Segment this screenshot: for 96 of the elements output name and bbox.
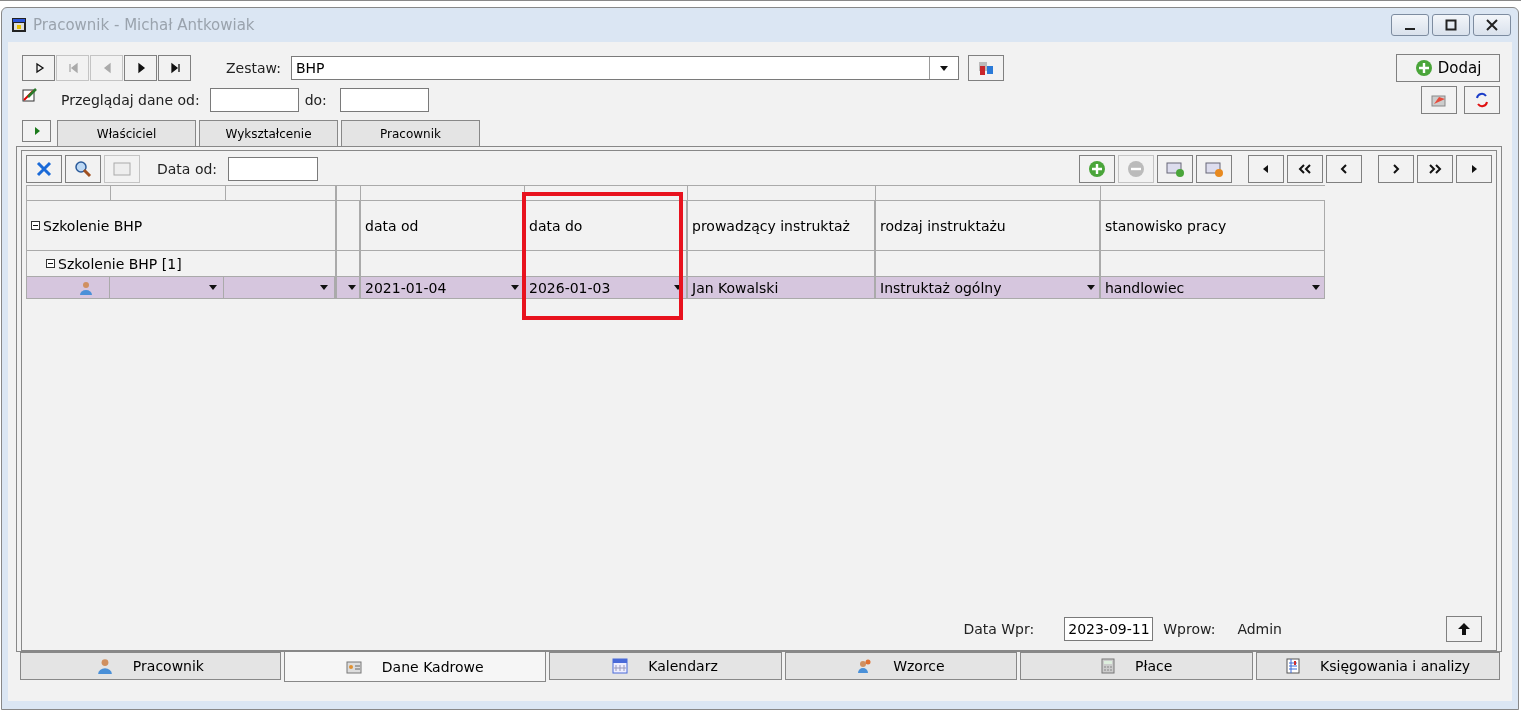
close-button[interactable] <box>1473 14 1511 36</box>
column-header[interactable]: data do <box>525 201 687 251</box>
search-icon <box>74 160 92 178</box>
entry-date-label: Data Wpr: <box>963 621 1035 637</box>
up-arrow-icon <box>1458 623 1470 635</box>
export-button[interactable] <box>1421 86 1457 114</box>
id-card-icon <box>345 658 362 675</box>
refresh-icon <box>1474 92 1490 108</box>
expand-button[interactable] <box>22 120 51 142</box>
right-triangle-icon <box>1469 164 1479 174</box>
browse-from-label: Przeglądaj dane od: <box>61 92 200 108</box>
module-tab[interactable]: Pracownik <box>20 652 281 680</box>
caret-icon <box>348 285 356 290</box>
caret-icon <box>939 65 948 71</box>
maximize-icon <box>1445 19 1457 31</box>
caret-icon <box>320 285 328 290</box>
record-remove-icon <box>1205 161 1223 177</box>
module-tab[interactable]: Kalendarz <box>548 652 782 680</box>
tab[interactable]: Właściciel <box>57 120 196 146</box>
collapse-icon[interactable] <box>46 259 55 268</box>
caret-icon[interactable] <box>674 285 682 290</box>
close-icon <box>1486 19 1498 31</box>
insert-record-button[interactable] <box>1157 155 1193 183</box>
double-chevron-left-icon <box>1298 164 1312 174</box>
search-button[interactable] <box>65 155 101 183</box>
table-cell[interactable]: Jan Kowalski <box>688 277 875 299</box>
delete-record-button[interactable] <box>1196 155 1232 183</box>
minus-circle-icon <box>1127 160 1145 178</box>
nav-button[interactable] <box>158 55 191 81</box>
calendar-icon <box>612 658 629 674</box>
to-date-field[interactable] <box>339 88 429 112</box>
module-tab[interactable]: Księgowania i analizy <box>1256 652 1500 680</box>
collapse-icon[interactable] <box>31 221 40 230</box>
minimize-button[interactable] <box>1391 14 1429 36</box>
date-from-field[interactable] <box>228 157 319 181</box>
tree-label: Szkolenie BHP <box>43 217 143 234</box>
tree-node[interactable]: Szkolenie BHP <box>27 201 336 251</box>
settings-button[interactable] <box>967 55 1004 81</box>
maximize-button[interactable] <box>1432 14 1470 36</box>
table-cell[interactable]: Instruktaż ogólny <box>876 277 1100 299</box>
back-button[interactable] <box>1326 155 1362 183</box>
edit-icon <box>22 87 38 103</box>
tab[interactable]: Pracownik <box>341 120 480 146</box>
table-cell[interactable]: 2026-01-03 <box>525 277 687 299</box>
tools-button[interactable] <box>26 155 62 183</box>
table-cell[interactable]: handlowiec <box>1101 277 1325 299</box>
window-title: Pracownik - Michał Antkowiak <box>33 16 255 34</box>
column-header[interactable]: prowadzący instruktaż <box>688 201 875 251</box>
caret-icon[interactable] <box>511 285 519 290</box>
left-triangle-icon <box>1261 164 1271 174</box>
module-tab[interactable]: Dane Kadrowe <box>283 652 546 682</box>
scroll-up-button[interactable] <box>1446 616 1482 642</box>
column-header[interactable]: data od <box>361 201 524 251</box>
person-icon <box>79 280 93 295</box>
column-header[interactable]: stanowisko pracy <box>1101 201 1325 251</box>
chevron-left-icon <box>1339 164 1349 174</box>
add-button[interactable]: Dodaj <box>1396 54 1500 82</box>
settings-icon <box>977 60 994 76</box>
minimize-icon <box>1405 28 1415 30</box>
caret-icon[interactable] <box>1087 285 1095 290</box>
tools-icon <box>35 160 53 178</box>
entry-date-field[interactable]: 2023-09-11 <box>1064 617 1154 641</box>
chart-icon <box>1431 92 1447 108</box>
browse-to-label: do: <box>304 92 327 108</box>
caret-icon <box>209 285 217 290</box>
record-add-icon <box>1166 161 1184 177</box>
column-header[interactable]: rodzaj instruktażu <box>876 201 1100 251</box>
add-row-button[interactable] <box>1079 155 1115 183</box>
plus-circle-icon <box>1088 160 1106 178</box>
plus-circle-icon <box>1414 59 1433 77</box>
ledger-icon <box>1286 658 1301 674</box>
play-icon <box>32 127 41 135</box>
caret-icon[interactable] <box>1312 285 1320 290</box>
fast-back-button[interactable] <box>1287 155 1323 183</box>
zestaw-dropdown[interactable]: BHP <box>290 56 959 80</box>
app-icon <box>11 17 27 33</box>
calculator-icon <box>1101 658 1116 674</box>
tab[interactable]: Wykształcenie <box>199 120 338 146</box>
entered-by-value: Admin <box>1237 621 1282 637</box>
tree-label: Szkolenie BHP [1] <box>58 255 182 272</box>
date-from-label: Data od: <box>157 161 218 177</box>
fast-forward-button[interactable] <box>1417 155 1453 183</box>
keypad-icon <box>113 162 131 176</box>
entered-by-label: Wprow: <box>1163 621 1216 637</box>
zestaw-label: Zestaw: <box>226 60 281 76</box>
forward-button[interactable] <box>1378 155 1414 183</box>
module-tab[interactable]: Płace <box>1020 652 1254 680</box>
from-date-field[interactable] <box>209 88 299 112</box>
dropdown-cell[interactable] <box>337 277 360 299</box>
nav-button[interactable] <box>124 55 157 81</box>
module-tab[interactable]: Wzorce <box>784 652 1018 680</box>
chevron-right-icon <box>1391 164 1401 174</box>
double-chevron-right-icon <box>1428 164 1442 174</box>
person-icon <box>96 658 113 674</box>
refresh-button[interactable] <box>1464 86 1500 114</box>
table-cell[interactable]: 2021-01-04 <box>361 277 524 299</box>
